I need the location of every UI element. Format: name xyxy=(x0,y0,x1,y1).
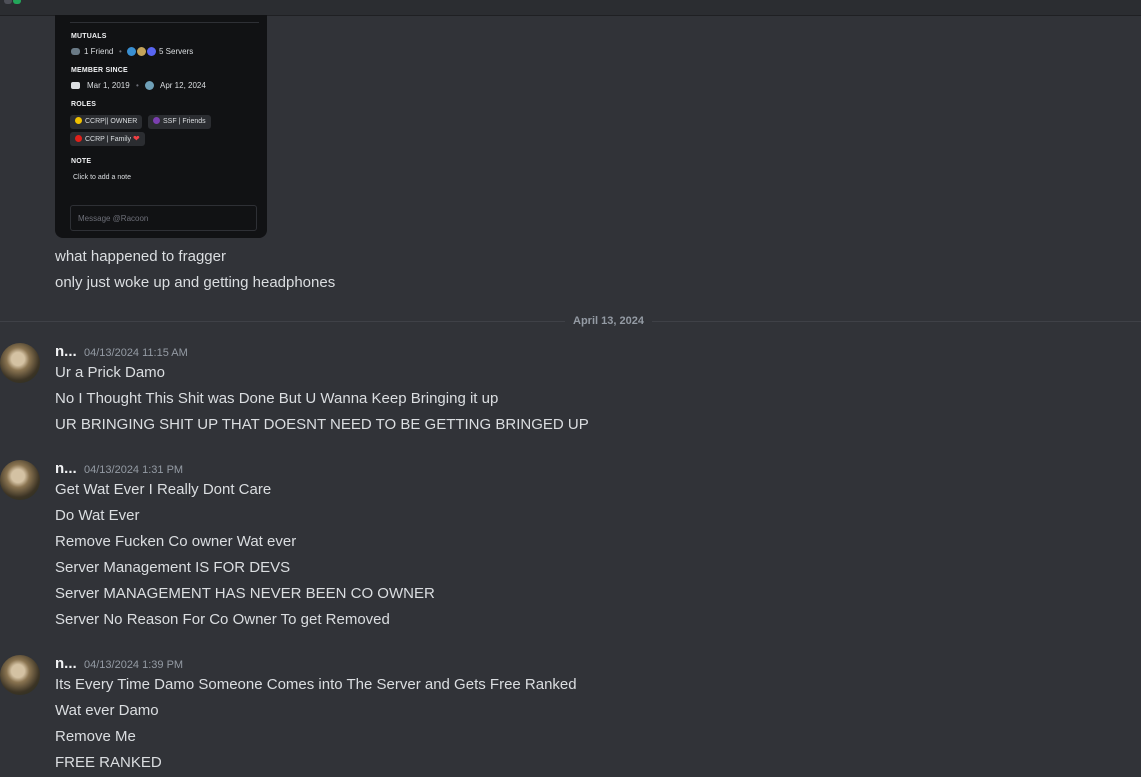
message-line: No I Thought This Shit was Done But U Wa… xyxy=(55,390,499,407)
username[interactable]: n... xyxy=(55,460,77,478)
message-line: Server No Reason For Co Owner To get Rem… xyxy=(55,611,390,628)
timestamp: 04/13/2024 11:15 AM xyxy=(84,347,188,359)
discord-logo-icon xyxy=(71,82,80,89)
role-color-dot xyxy=(75,135,82,142)
avatar[interactable] xyxy=(0,655,40,695)
server-icon xyxy=(137,47,146,56)
card-divider xyxy=(70,22,259,23)
mutuals-heading: MUTUALS xyxy=(71,33,107,40)
server-icon xyxy=(145,81,154,90)
discord-member-since: Mar 1, 2019 xyxy=(87,81,130,90)
message-line: FREE RANKED xyxy=(55,754,162,771)
role-label: CCRP|| OWNER xyxy=(85,118,138,125)
server-member-since: Apr 12, 2024 xyxy=(160,81,206,90)
top-bar xyxy=(0,0,1141,16)
heart-icon: ❤ xyxy=(132,134,140,143)
online-status-icon xyxy=(13,0,21,4)
note-heading: NOTE xyxy=(71,158,92,165)
message-line: UR BRINGING SHIT UP THAT DOESNT NEED TO … xyxy=(55,416,589,433)
avatar[interactable] xyxy=(0,460,40,500)
roles-heading: ROLES xyxy=(71,101,97,108)
message-line: Server MANAGEMENT HAS NEVER BEEN CO OWNE… xyxy=(55,585,435,602)
message-line: Its Every Time Damo Someone Comes into T… xyxy=(55,676,577,693)
profile-card-image[interactable]: MUTUALS 1 Friend • 5 Servers MEMBER SINC… xyxy=(55,15,267,238)
message-input[interactable]: Message @Racoon xyxy=(70,205,257,231)
message-line: Do Wat Ever xyxy=(55,507,140,524)
username[interactable]: n... xyxy=(55,655,77,673)
role-label: SSF | Friends xyxy=(163,118,206,125)
message-line: Get Wat Ever I Really Dont Care xyxy=(55,481,272,498)
role-pill[interactable]: SSF | Friends xyxy=(148,115,211,129)
note-input[interactable]: Click to add a note xyxy=(73,174,131,181)
mutual-friends[interactable]: 1 Friend xyxy=(84,47,113,56)
timestamp: 04/13/2024 1:39 PM xyxy=(84,659,184,671)
role-pill[interactable]: CCRP|| OWNER xyxy=(70,115,143,129)
role-color-dot xyxy=(75,117,82,124)
server-icon xyxy=(127,47,136,56)
date-divider-label: April 13, 2024 xyxy=(565,314,652,328)
message-line: Ur a Prick Damo xyxy=(55,364,166,381)
message-line: Server Management IS FOR DEVS xyxy=(55,559,291,576)
role-label: CCRP | Family xyxy=(85,136,132,143)
message-line: Wat ever Damo xyxy=(55,702,159,719)
bullet-separator: • xyxy=(136,81,139,90)
message-line: Remove Me xyxy=(55,728,136,745)
server-icon xyxy=(147,47,156,56)
message-line: Remove Fucken Co owner Wat ever xyxy=(55,533,297,550)
avatar[interactable] xyxy=(0,343,40,383)
role-pill[interactable]: CCRP | Family ❤ xyxy=(70,132,145,146)
mutual-servers[interactable]: 5 Servers xyxy=(159,47,193,56)
username[interactable]: n... xyxy=(55,343,77,361)
bullet-separator: • xyxy=(119,47,122,56)
friend-avatar-icon xyxy=(71,48,80,55)
member-since-heading: MEMBER SINCE xyxy=(71,67,128,74)
role-color-dot xyxy=(153,117,160,124)
message-line: only just woke up and getting headphones xyxy=(55,274,336,291)
message-line: what happened to fragger xyxy=(55,248,226,265)
channel-icon xyxy=(4,0,12,4)
timestamp: 04/13/2024 1:31 PM xyxy=(84,464,184,476)
